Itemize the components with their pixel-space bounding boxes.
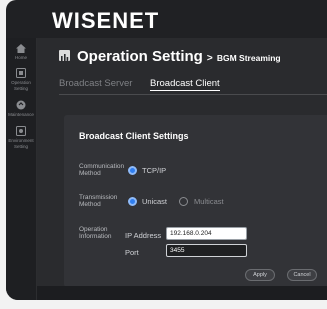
sidebar-item-maintenance[interactable]: Maintenance [6, 100, 36, 118]
cancel-button[interactable]: Cancel [287, 269, 317, 281]
environment-icon [16, 126, 26, 136]
tab-broadcast-server[interactable]: Broadcast Server [59, 78, 132, 89]
apply-button[interactable]: Apply [245, 269, 275, 281]
port-input[interactable] [166, 244, 247, 257]
app-window: WISENET Home Operation Setting Maintenanc… [6, 0, 327, 300]
breadcrumb-separator: > [206, 53, 213, 64]
home-icon [16, 44, 26, 53]
communication-method-label: Communication Method [79, 163, 125, 177]
settings-panel: Broadcast Client Settings Communication M… [64, 115, 327, 287]
unicast-label: Unicast [142, 197, 168, 206]
page-title: Operation Setting > BGM Streaming [77, 48, 281, 65]
operation-information-label: Operation Information [79, 226, 112, 240]
unicast-radio[interactable] [128, 197, 137, 206]
sidebar-item-operation-setting[interactable]: Operation Setting [6, 68, 36, 91]
panel-title: Broadcast Client Settings [79, 131, 189, 141]
tab-divider [59, 94, 327, 95]
tcpip-radio[interactable] [128, 166, 137, 175]
page-subtitle: BGM Streaming [216, 53, 281, 63]
sidebar-item-label: Maintenance [8, 112, 34, 117]
brand-logo: WISENET [52, 8, 160, 33]
sidebar-item-environment-setting[interactable]: Environment Setting [6, 126, 36, 149]
page-icon [59, 50, 70, 61]
sidebar: Home Operation Setting Maintenance Enviro… [6, 38, 37, 300]
tab-broadcast-client[interactable]: Broadcast Client [150, 78, 220, 91]
tcpip-label: TCP/IP [142, 166, 167, 175]
multicast-label: Multicast [194, 197, 224, 206]
maintenance-icon [16, 100, 26, 110]
multicast-radio[interactable] [179, 197, 188, 206]
sidebar-item-label: Operation Setting [11, 80, 31, 91]
transmission-method-label: Transmission Method [79, 194, 118, 208]
sidebar-item-label: Home [14, 55, 27, 60]
setting-icon [16, 68, 26, 78]
bottom-bar [37, 286, 327, 300]
sidebar-item-home[interactable]: Home [6, 44, 36, 61]
ip-address-label: IP Address [125, 231, 162, 240]
ip-address-input[interactable] [166, 227, 247, 240]
sidebar-item-label: Environment Setting [8, 138, 34, 149]
port-label: Port [125, 248, 139, 257]
main-content: Operation Setting > BGM Streaming Broadca… [37, 38, 327, 300]
page-title-text: Operation Setting [77, 48, 203, 65]
